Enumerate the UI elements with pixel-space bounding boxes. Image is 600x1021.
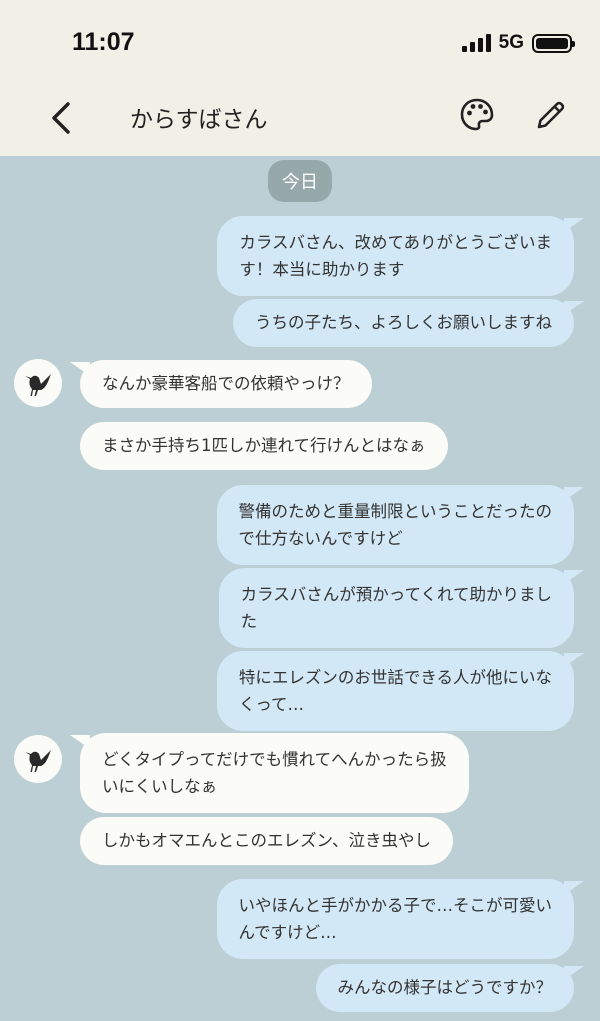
status-bar: 11:07 5G [0, 0, 600, 88]
message-received: なんか豪華客船での依頼やっけ？ [70, 360, 372, 408]
pencil-icon[interactable] [533, 97, 569, 133]
message-sent: いやほんと手がかかる子で…そこが可愛い んですけど… [216, 879, 584, 959]
message-received: どくタイプってだけでも慣れてへんかったら扱 いにくいしなぁ [70, 733, 469, 813]
message-sent: うちの子たち、よろしくお願いしますね [233, 299, 584, 347]
signal-icon [461, 34, 491, 52]
chat-title: からすばさん [130, 107, 268, 133]
status-indicators: 5G [461, 32, 575, 54]
message-sent: みんなの様子はどうですか？ [315, 964, 584, 1012]
palette-icon[interactable] [458, 96, 496, 134]
message-received: まさか手持ち1匹しか連れて行けんとはなぁ [80, 422, 448, 470]
message-sent: 特にエレズンのお世話できる人が他にいな くって… [216, 651, 585, 731]
message-sent: 警備のためと重量制限ということだったの で仕方ないんですけど [216, 485, 584, 565]
crow-icon[interactable] [14, 359, 62, 407]
message-received: しかもオマエんとこのエレズン、泣き虫やし [80, 817, 454, 865]
message-sent: カラスバさんが預かってくれて助かりまし た [218, 568, 585, 648]
chevron-left-icon[interactable] [46, 98, 78, 138]
battery-icon [532, 33, 575, 53]
crow-icon[interactable] [14, 735, 62, 783]
chat-header: からすばさん [0, 88, 600, 156]
status-time: 11:07 [72, 28, 135, 56]
message-sent: カラスバさん、改めてありがとうございま す！本当に助かります [217, 216, 584, 296]
network-label: 5G [498, 32, 524, 53]
date-separator: 今日 [268, 160, 332, 202]
